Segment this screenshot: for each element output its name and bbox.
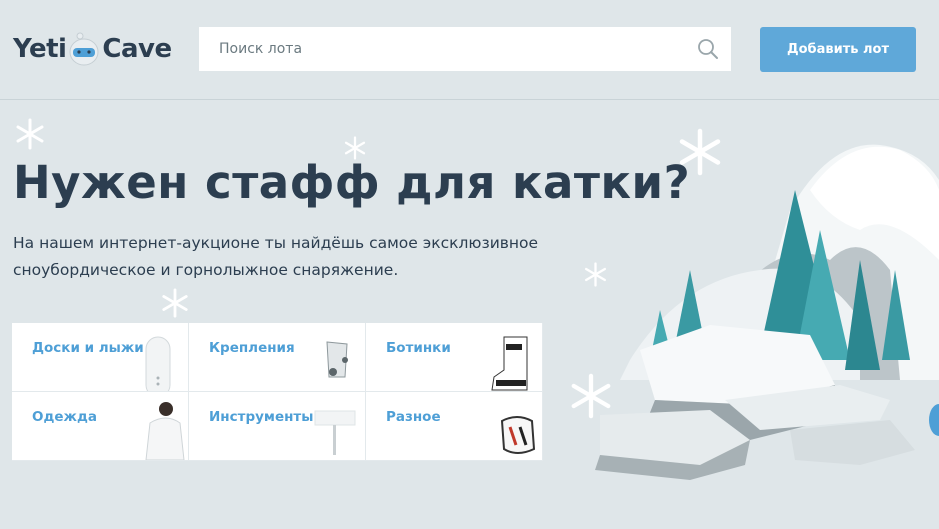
- jacket-icon: [145, 402, 185, 460]
- promo-title: Нужен стафф для катки?: [13, 156, 691, 209]
- logo-text-right: Cave: [102, 34, 172, 64]
- site-header: Yeti Cave Добавить лот: [0, 0, 939, 100]
- category-link[interactable]: Разное: [386, 409, 441, 425]
- category-item[interactable]: Крепления: [189, 323, 366, 392]
- category-item[interactable]: Доски и лыжи: [12, 323, 189, 392]
- category-item[interactable]: Инструменты: [189, 392, 366, 461]
- promo-text: На нашем интернет-аукционе ты найдёшь са…: [13, 234, 539, 279]
- snowflake-icon: [16, 118, 44, 150]
- search-form: [199, 27, 731, 71]
- goggles-icon: [500, 416, 536, 454]
- yeti-icon: [68, 32, 100, 66]
- category-link[interactable]: Ботинки: [386, 340, 451, 356]
- category-item[interactable]: Разное: [366, 392, 543, 461]
- snowflake-icon: [162, 288, 188, 318]
- category-link[interactable]: Одежда: [32, 409, 97, 425]
- add-lot-button[interactable]: Добавить лот: [760, 27, 916, 72]
- search-icon[interactable]: [697, 38, 719, 60]
- logo[interactable]: Yeti Cave: [13, 30, 172, 68]
- logo-text-left: Yeti: [13, 34, 67, 64]
- tool-icon: [314, 410, 356, 455]
- boot-icon: [491, 336, 528, 391]
- snowboard-icon: [145, 336, 171, 391]
- category-item[interactable]: Одежда: [12, 392, 189, 461]
- category-link[interactable]: Крепления: [209, 340, 295, 356]
- category-link[interactable]: Инструменты: [209, 409, 313, 425]
- category-item[interactable]: Ботинки: [366, 323, 543, 392]
- binding-icon: [326, 341, 348, 378]
- search-input[interactable]: [199, 27, 669, 71]
- category-link[interactable]: Доски и лыжи: [32, 340, 144, 356]
- category-list: Доски и лыжи Крепления Ботинки Одежда Ин…: [12, 323, 543, 461]
